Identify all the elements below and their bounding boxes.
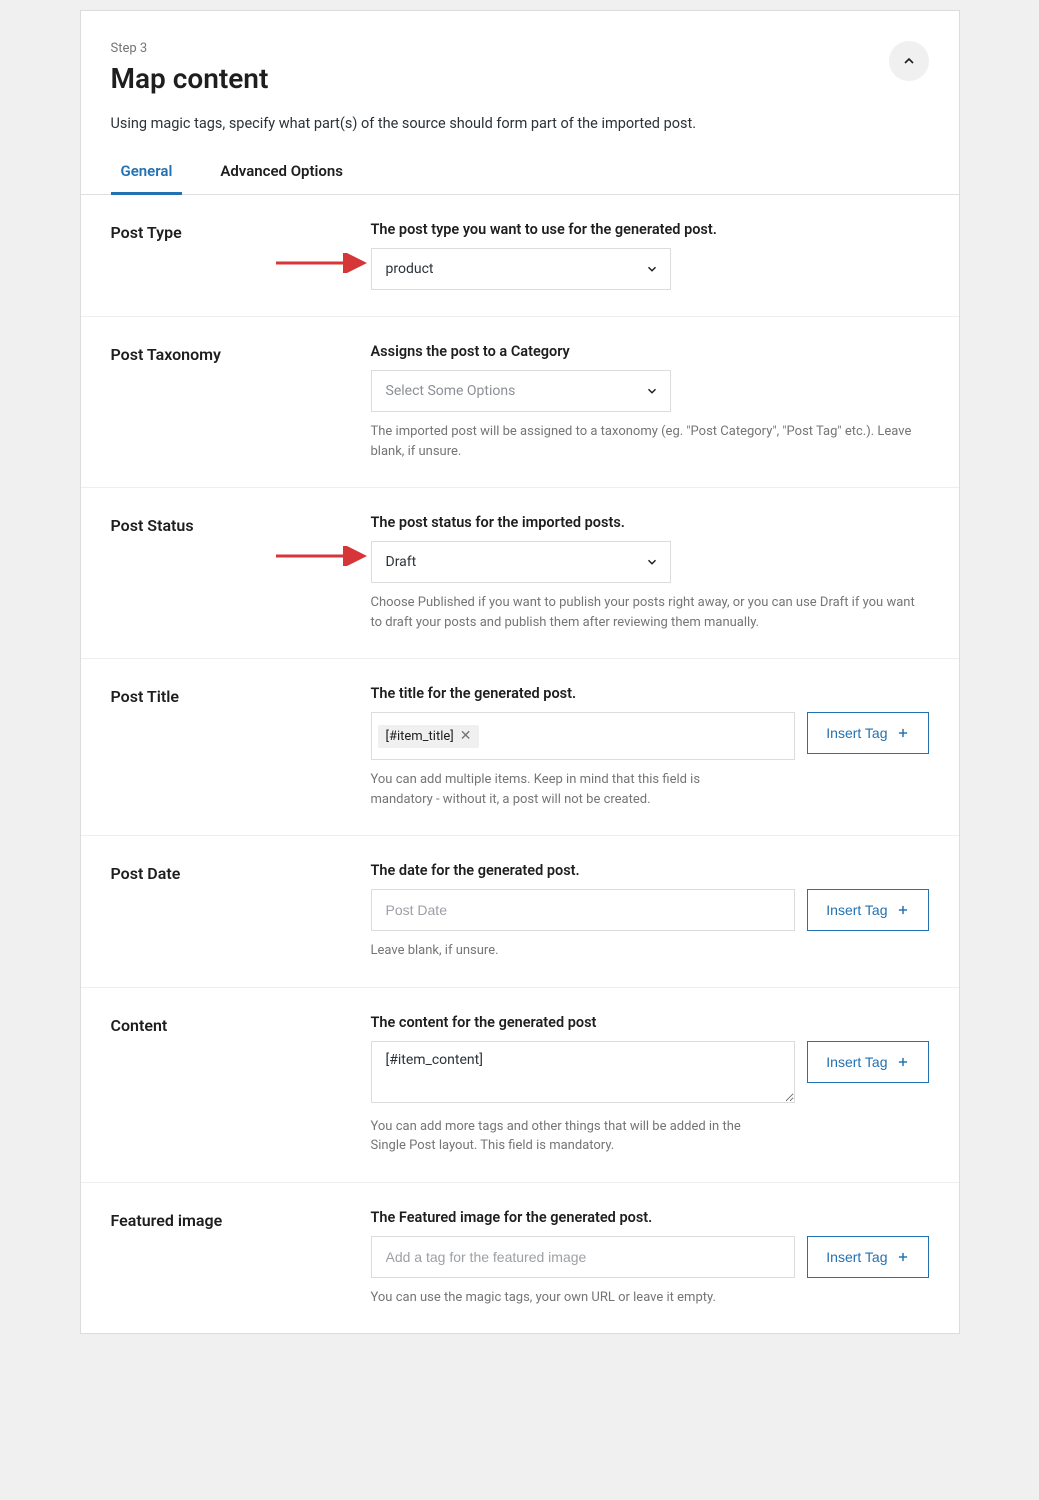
row-label: Post Title <box>111 685 371 809</box>
field-help: You can add multiple items. Keep in mind… <box>371 770 731 809</box>
insert-tag-button[interactable]: Insert Tag <box>807 1041 928 1083</box>
insert-tag-button[interactable]: Insert Tag <box>807 712 928 754</box>
panel-description: Using magic tags, specify what part(s) o… <box>81 105 959 152</box>
plus-icon <box>896 726 910 740</box>
content-textarea[interactable] <box>371 1041 796 1103</box>
field-help: The imported post will be assigned to a … <box>371 422 929 461</box>
field-help: You can add more tags and other things t… <box>371 1117 771 1156</box>
remove-tag-button[interactable]: ✕ <box>460 729 472 743</box>
panel-header: Step 3 Map content <box>81 11 959 105</box>
insert-tag-label: Insert Tag <box>826 725 887 741</box>
row-label: Post Taxonomy <box>111 343 371 461</box>
row-featured-image: Featured image The Featured image for th… <box>81 1183 959 1334</box>
field-help: Choose Published if you want to publish … <box>371 593 929 632</box>
post-date-input[interactable] <box>371 889 796 931</box>
insert-tag-button[interactable]: Insert Tag <box>807 889 928 931</box>
field-title: The post status for the imported posts. <box>371 514 929 531</box>
row-label: Post Status <box>111 514 371 632</box>
row-content: Content The content for the generated po… <box>81 988 959 1183</box>
field-title: The date for the generated post. <box>371 862 929 879</box>
panel-title: Map content <box>111 62 269 95</box>
tabs: General Advanced Options <box>81 152 959 195</box>
map-content-panel: Step 3 Map content Using magic tags, spe… <box>80 10 960 1334</box>
row-label: Content <box>111 1014 371 1156</box>
post-title-input[interactable]: [#item_title] ✕ <box>371 712 796 760</box>
field-help: Leave blank, if unsure. <box>371 941 929 961</box>
insert-tag-button[interactable]: Insert Tag <box>807 1236 928 1278</box>
tag-chip-label: [#item_title] <box>386 729 454 744</box>
insert-tag-label: Insert Tag <box>826 1249 887 1265</box>
tag-chip: [#item_title] ✕ <box>378 725 480 748</box>
row-label: Post Date <box>111 862 371 961</box>
row-post-type: Post Type The post type you want to use … <box>81 195 959 317</box>
plus-icon <box>896 1250 910 1264</box>
plus-icon <box>896 1055 910 1069</box>
field-title: Assigns the post to a Category <box>371 343 929 360</box>
row-post-title: Post Title The title for the generated p… <box>81 659 959 836</box>
field-title: The title for the generated post. <box>371 685 929 702</box>
row-label: Post Type <box>111 221 371 290</box>
plus-icon <box>896 903 910 917</box>
featured-image-input[interactable] <box>371 1236 796 1278</box>
field-help: You can use the magic tags, your own URL… <box>371 1288 929 1308</box>
field-title: The post type you want to use for the ge… <box>371 221 929 238</box>
field-title: The Featured image for the generated pos… <box>371 1209 929 1226</box>
insert-tag-label: Insert Tag <box>826 902 887 918</box>
post-type-select[interactable]: product <box>371 248 671 290</box>
field-title: The content for the generated post <box>371 1014 929 1031</box>
collapse-button[interactable] <box>889 41 929 81</box>
tab-advanced-options[interactable]: Advanced Options <box>210 152 353 194</box>
post-taxonomy-select[interactable]: Select Some Options <box>371 370 671 412</box>
step-label: Step 3 <box>111 41 269 56</box>
row-post-date: Post Date The date for the generated pos… <box>81 836 959 988</box>
tab-general[interactable]: General <box>111 152 183 195</box>
row-post-status: Post Status The post status for the impo… <box>81 488 959 659</box>
row-label: Featured image <box>111 1209 371 1308</box>
chevron-up-icon <box>901 53 917 69</box>
row-post-taxonomy: Post Taxonomy Assigns the post to a Cate… <box>81 317 959 488</box>
post-status-select[interactable]: Draft <box>371 541 671 583</box>
insert-tag-label: Insert Tag <box>826 1054 887 1070</box>
